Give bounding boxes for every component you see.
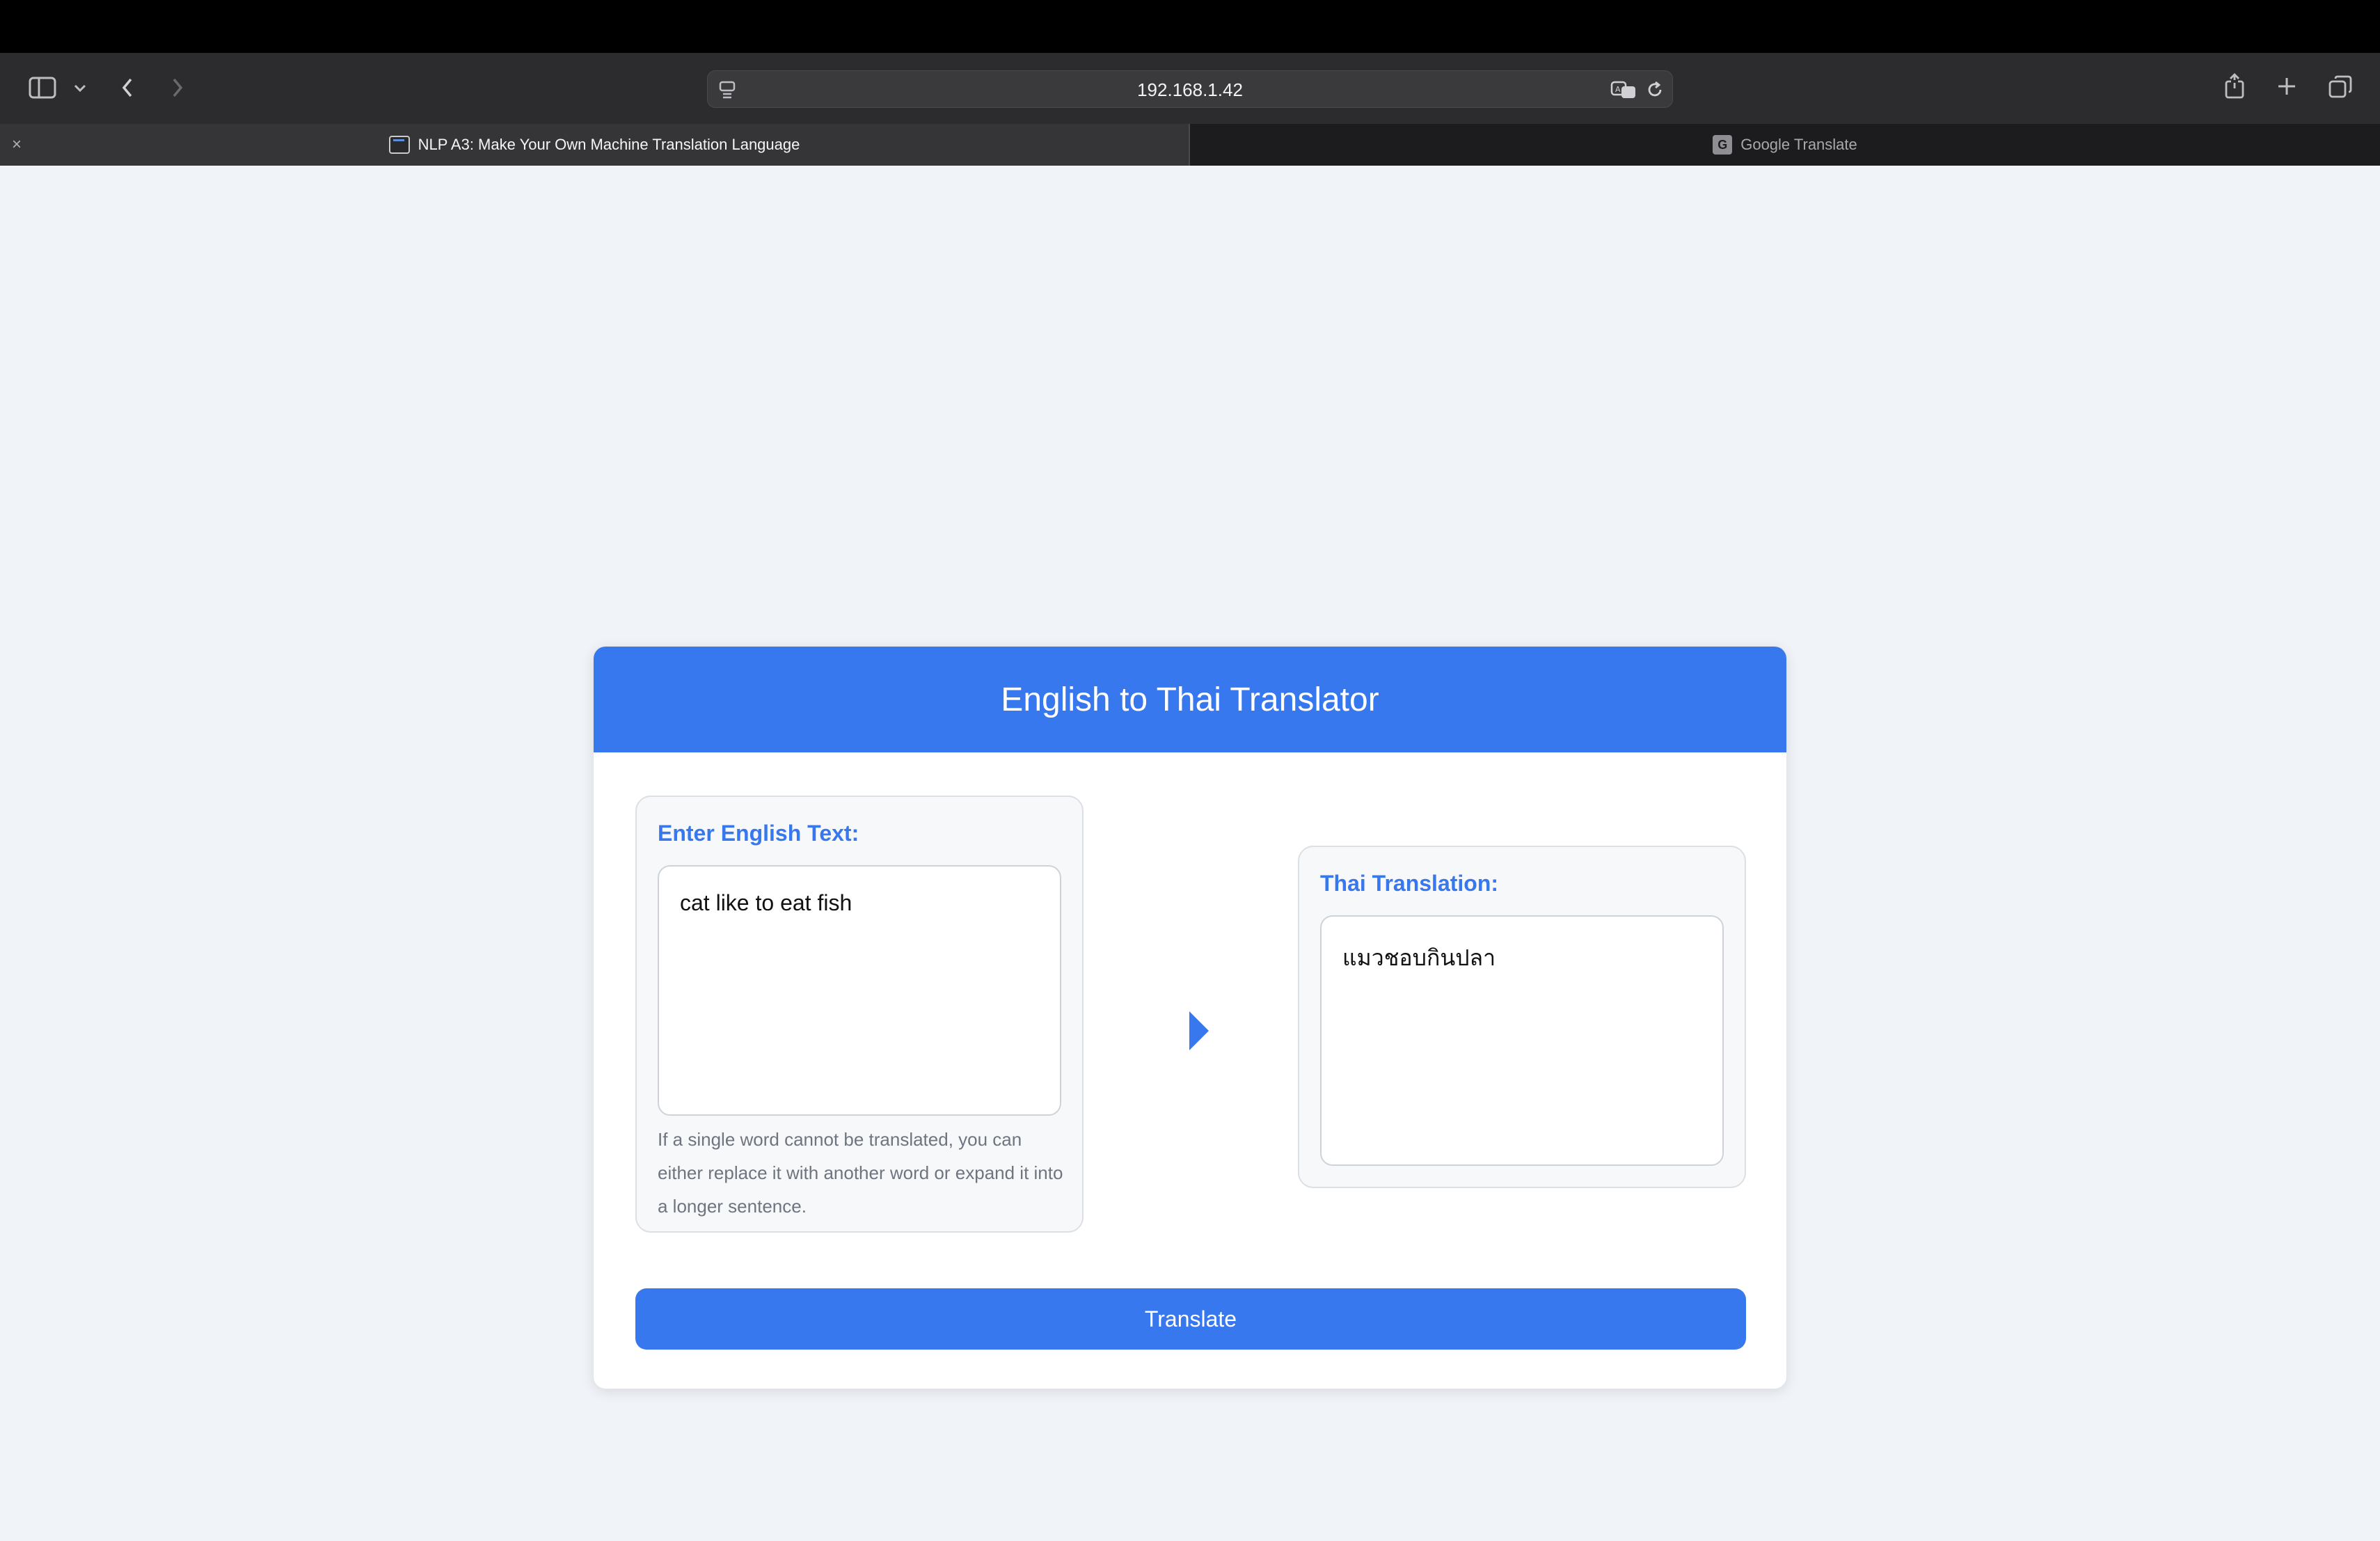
reload-icon[interactable] xyxy=(1643,79,1667,101)
back-icon[interactable] xyxy=(117,74,138,102)
url-text: 192.168.1.42 xyxy=(1137,79,1243,100)
google-favicon-icon: G xyxy=(1713,135,1733,155)
tab-google-translate[interactable]: G Google Translate xyxy=(1190,124,2380,166)
arrow-right-icon xyxy=(1189,1011,1209,1050)
input-hint: If a single word cannot be translated, y… xyxy=(658,1129,1063,1217)
input-label: Enter English Text: xyxy=(658,821,859,846)
address-bar[interactable]: 192.168.1.42 A xyxy=(707,70,1673,108)
terminal-icon xyxy=(388,136,410,154)
new-tab-icon[interactable] xyxy=(2274,74,2299,99)
page-viewport: English to Thai Translator Enter English… xyxy=(0,166,2380,1541)
chevron-down-icon[interactable] xyxy=(70,78,90,99)
translator-card: English to Thai Translator Enter English… xyxy=(593,646,1787,1389)
menu-bar-area xyxy=(0,0,2380,53)
tab-bar: NLP A3: Make Your Own Machine Translatio… xyxy=(0,124,2380,166)
tab-title: NLP A3: Make Your Own Machine Translatio… xyxy=(418,136,800,153)
close-tab-icon[interactable]: × xyxy=(8,124,25,166)
thai-translation-output[interactable]: แมวชอบกินปลา xyxy=(1320,915,1724,1166)
output-label: Thai Translation: xyxy=(1320,871,1499,896)
input-panel: Enter English Text: cat like to eat fish… xyxy=(635,796,1084,1233)
tab-title: Google Translate xyxy=(1740,136,1857,153)
translate-button[interactable]: Translate xyxy=(635,1288,1746,1350)
tab-nlp-a3[interactable]: NLP A3: Make Your Own Machine Translatio… xyxy=(0,124,1189,166)
forward-icon[interactable] xyxy=(167,74,188,102)
english-text-input[interactable]: cat like to eat fish xyxy=(658,865,1061,1116)
page-title: English to Thai Translator xyxy=(594,647,1786,752)
translate-page-icon[interactable]: A xyxy=(1610,79,1637,101)
share-icon[interactable] xyxy=(2223,71,2246,102)
output-panel: Thai Translation: แมวชอบกินปลา xyxy=(1298,846,1746,1188)
sidebar-toggle-icon[interactable] xyxy=(26,74,58,102)
tab-overview-icon[interactable] xyxy=(2327,74,2354,100)
svg-text:A: A xyxy=(1615,85,1621,94)
browser-toolbar: 192.168.1.42 A xyxy=(0,53,2380,124)
